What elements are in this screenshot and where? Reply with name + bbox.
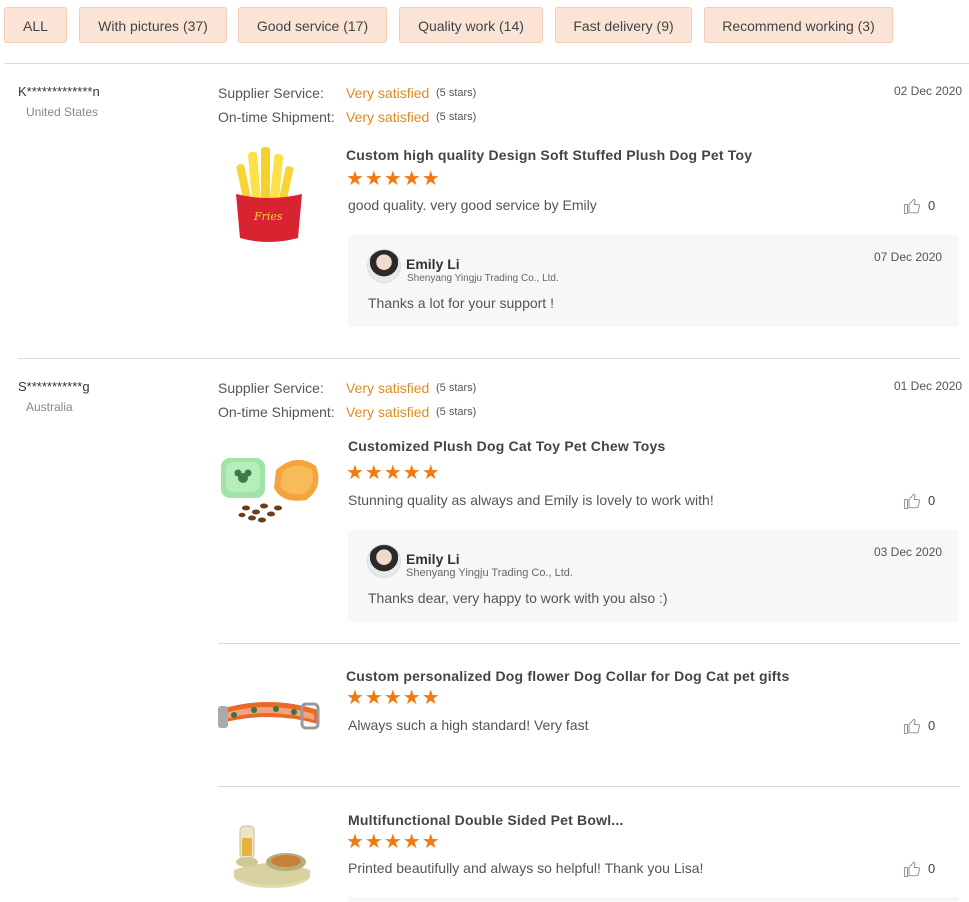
- buyer-country: United States: [26, 105, 99, 119]
- product-title[interactable]: Multifunctional Double Sided Pet Bowl...: [348, 812, 624, 828]
- supplier-service-stars: (5 stars): [436, 382, 477, 394]
- reply-company: Shenyang Yingju Trading Co., Ltd.: [406, 567, 573, 579]
- product-title[interactable]: Customized Plush Dog Cat Toy Pet Chew To…: [348, 438, 665, 454]
- buyer-name: K*************n: [18, 84, 100, 99]
- like-count: 0: [928, 861, 936, 876]
- filter-fast-delivery[interactable]: Fast delivery (9): [555, 7, 692, 43]
- reply-author: Emily Li: [406, 551, 460, 567]
- divider: [18, 358, 960, 359]
- avatar: [367, 249, 401, 283]
- thumbs-up-icon[interactable]: [903, 492, 921, 510]
- divider: [218, 643, 960, 644]
- ontime-shipment-value: Very satisfied: [346, 404, 430, 420]
- buyer-name: S***********g: [18, 379, 90, 394]
- like-count: 0: [928, 493, 936, 508]
- product-image-pet-bowl[interactable]: [226, 820, 314, 894]
- product-image-chew-toys[interactable]: [216, 448, 326, 528]
- ontime-shipment-label: On-time Shipment:: [218, 109, 335, 125]
- divider: [218, 786, 960, 787]
- like-count: 0: [928, 198, 936, 213]
- reply-company: Shenyang Yingju Trading Co., Ltd.: [407, 273, 559, 284]
- ontime-shipment-stars: (5 stars): [436, 406, 477, 418]
- reply-date: 07 Dec 2020: [874, 250, 943, 264]
- rating-stars: ★★★★★: [346, 831, 441, 853]
- review-comment: Always such a high standard! Very fast: [348, 717, 589, 733]
- rating-stars: ★★★★★: [346, 462, 441, 484]
- like-count: 0: [928, 718, 936, 733]
- thumbs-up-icon[interactable]: [903, 717, 921, 735]
- ontime-shipment-label: On-time Shipment:: [218, 404, 335, 420]
- review-filter-bar: ALL With pictures (37) Good service (17)…: [0, 0, 969, 62]
- buyer-country: Australia: [26, 400, 73, 414]
- supplier-reply: Emily Li Shenyang Yingju Trading Co., Lt…: [348, 530, 959, 622]
- ontime-shipment-stars: (5 stars): [436, 111, 477, 123]
- rating-stars: ★★★★★: [346, 687, 441, 709]
- filter-quality-work[interactable]: Quality work (14): [399, 7, 543, 43]
- fries-logo: Fries: [253, 210, 283, 223]
- supplier-reply: Emily Li Shenyang Yingju Trading Co., Lt…: [348, 235, 959, 327]
- review-comment: good quality. very good service by Emily: [348, 197, 597, 213]
- filter-all[interactable]: ALL: [4, 7, 67, 43]
- reply-text: Thanks a lot for your support !: [368, 295, 554, 311]
- supplier-reply: [348, 897, 959, 902]
- filter-with-pictures[interactable]: With pictures (37): [79, 7, 227, 43]
- reply-text: Thanks dear, very happy to work with you…: [368, 590, 668, 606]
- reply-author: Emily Li: [406, 256, 460, 272]
- product-title[interactable]: Custom personalized Dog flower Dog Colla…: [346, 668, 790, 684]
- review-date: 02 Dec 2020: [894, 84, 963, 98]
- filter-good-service[interactable]: Good service (17): [238, 7, 387, 43]
- review-comment: Stunning quality as always and Emily is …: [348, 492, 714, 508]
- supplier-service-value: Very satisfied: [346, 85, 430, 101]
- thumbs-up-icon[interactable]: [903, 197, 921, 215]
- review-date: 01 Dec 2020: [894, 379, 963, 393]
- thumbs-up-icon[interactable]: [903, 860, 921, 878]
- product-image-fries[interactable]: Fries: [228, 142, 310, 248]
- reply-date: 03 Dec 2020: [874, 545, 943, 559]
- filter-recommend-working[interactable]: Recommend working (3): [704, 7, 893, 43]
- supplier-service-value: Very satisfied: [346, 380, 430, 396]
- review-comment: Printed beautifully and always so helpfu…: [348, 860, 704, 876]
- product-title[interactable]: Custom high quality Design Soft Stuffed …: [346, 147, 752, 163]
- divider: [5, 63, 969, 64]
- supplier-service-label: Supplier Service:: [218, 85, 324, 101]
- ontime-shipment-value: Very satisfied: [346, 109, 430, 125]
- supplier-service-label: Supplier Service:: [218, 380, 324, 396]
- rating-stars: ★★★★★: [346, 168, 441, 190]
- supplier-service-stars: (5 stars): [436, 87, 477, 99]
- avatar: [367, 544, 401, 578]
- product-image-dog-collar[interactable]: [214, 690, 322, 740]
